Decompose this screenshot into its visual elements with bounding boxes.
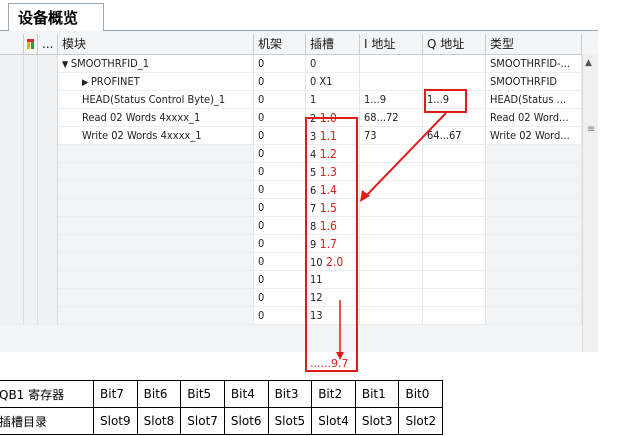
bit-cell: Slot3: [354, 407, 400, 435]
row-label-cell: QB1 寄存器: [0, 380, 94, 408]
bit-cell: Bit7: [93, 380, 138, 408]
table-row: QB1 寄存器 Bit7 Bit6 Bit5 Bit4 Bit3 Bit2 Bit1 Bit0: [0, 380, 444, 408]
bit-cell: Bit5: [180, 380, 225, 408]
bit-cell: Bit0: [398, 380, 444, 408]
bit-cell: Slot7: [180, 407, 225, 435]
table-row: 插槽目录 Slot9 Slot8 Slot7 Slot6 Slot5 Slot4 Slot3 S…: [0, 407, 444, 435]
bit-cell: Bit6: [136, 380, 182, 408]
annotation-arrows: [336, 112, 447, 360]
bit-cell: Bit3: [267, 380, 313, 408]
row-label-cell: 插槽目录: [0, 407, 94, 435]
bit-cell: Slot5: [267, 407, 313, 435]
bit-cell: Slot2: [398, 407, 444, 435]
bit-cell: Slot4: [311, 407, 356, 435]
bit-cell: Slot6: [223, 407, 269, 435]
qb1-bit-mapping-table: QB1 寄存器 Bit7 Bit6 Bit5 Bit4 Bit3 Bit2 Bit1 Bit0 …: [0, 380, 444, 435]
arrow-line: [364, 112, 447, 198]
bit-cell: Slot9: [93, 407, 138, 435]
bit-cell: Bit4: [223, 380, 269, 408]
bit-cell: Bit1: [354, 380, 400, 408]
slot-range-end-label: ......9.7: [310, 357, 349, 370]
bit-cell: Slot8: [136, 407, 182, 435]
bit-cell: Bit2: [311, 380, 356, 408]
arrow-head: [360, 190, 370, 202]
